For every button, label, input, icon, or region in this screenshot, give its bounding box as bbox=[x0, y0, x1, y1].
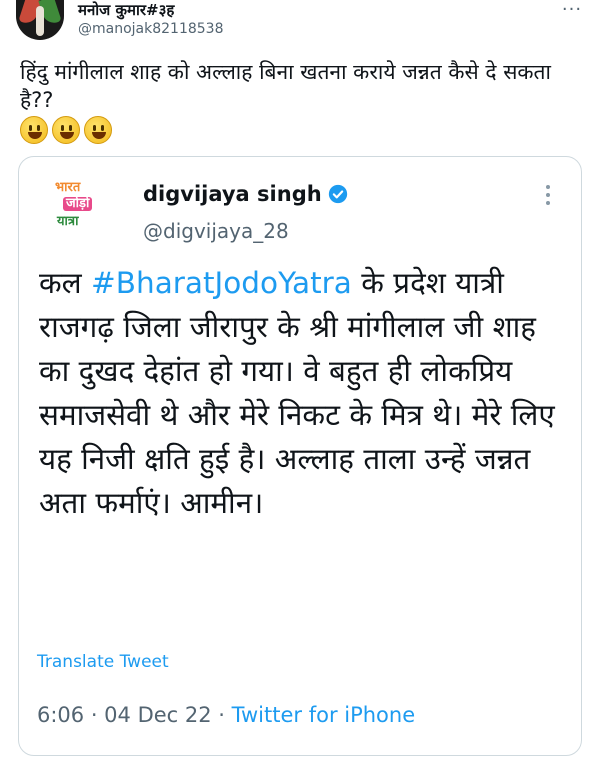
quoted-author-name-row[interactable]: digvijaya singh bbox=[143, 181, 348, 207]
author-name[interactable]: मनोज कुमार#३ह bbox=[78, 0, 174, 20]
avatar-logo-text: यात्रा bbox=[57, 214, 79, 229]
quoted-tweet-text: कल #BharatJodoYatra के प्रदेश यात्री राज… bbox=[39, 261, 569, 525]
grinning-face-emoji bbox=[52, 116, 80, 144]
quoted-tweet-card[interactable]: भारत जोड़ो यात्रा digvijaya singh @digvi… bbox=[18, 156, 582, 756]
hashtag-link[interactable]: #BharatJodoYatra bbox=[91, 266, 352, 300]
avatar-logo-text: जोड़ो bbox=[63, 197, 93, 211]
quoted-author-avatar[interactable]: भारत जोड़ो यात्रा bbox=[49, 177, 103, 237]
more-options-icon[interactable] bbox=[541, 183, 555, 209]
verified-badge-icon bbox=[328, 184, 347, 204]
quoted-text-start: कल bbox=[39, 266, 92, 300]
more-options-icon[interactable]: ··· bbox=[560, 0, 584, 24]
quoted-text-rest: के प्रदेश यात्री राजगढ़ जिला जीरापुर के … bbox=[39, 266, 555, 520]
translate-tweet-link[interactable]: Translate Tweet bbox=[37, 651, 169, 673]
emoji-row bbox=[20, 116, 112, 144]
quoted-author-name[interactable]: digvijaya singh bbox=[143, 181, 322, 207]
grinning-face-emoji bbox=[20, 116, 48, 144]
tweet-source-link[interactable]: Twitter for iPhone bbox=[232, 703, 416, 727]
grinning-face-emoji bbox=[84, 116, 112, 144]
avatar[interactable] bbox=[16, 0, 64, 40]
avatar-logo-text: भारत bbox=[55, 180, 81, 195]
tweet-timestamp[interactable]: 6:06 · 04 Dec 22 · bbox=[37, 703, 232, 727]
author-handle[interactable]: @manojak82118538 bbox=[78, 20, 224, 38]
tweet-text: हिंदु मांगीलाल शाह को अल्लाह बिना खतना क… bbox=[20, 60, 551, 112]
tweet-metadata: 6:06 · 04 Dec 22 · Twitter for iPhone bbox=[37, 701, 415, 729]
avatar-center bbox=[36, 6, 44, 36]
quoted-author-handle[interactable]: @digvijaya_28 bbox=[143, 219, 289, 243]
